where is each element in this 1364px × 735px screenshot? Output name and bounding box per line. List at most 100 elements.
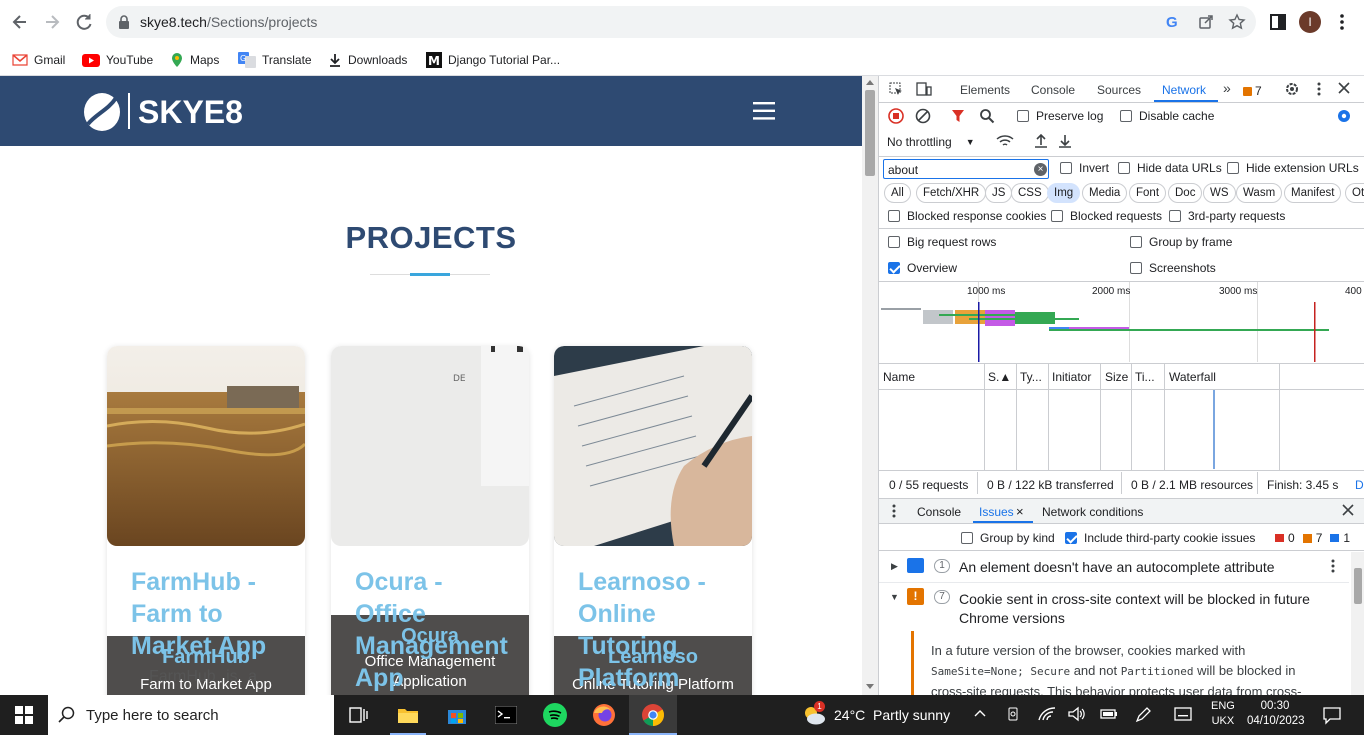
- search-icon[interactable]: [979, 108, 995, 124]
- forward-icon[interactable]: [42, 12, 62, 32]
- reload-icon[interactable]: [74, 12, 94, 32]
- overview-checkbox[interactable]: Overview: [888, 261, 957, 275]
- star-icon[interactable]: [1228, 13, 1246, 31]
- windows-start-icon[interactable]: [0, 695, 48, 735]
- filter-chip-img[interactable]: Img: [1047, 183, 1081, 203]
- file-explorer-icon[interactable]: [384, 695, 432, 735]
- checkbox[interactable]: [1017, 110, 1029, 122]
- pen-icon[interactable]: [1134, 706, 1152, 724]
- taskbar-search-box[interactable]: Type here to search: [48, 695, 334, 735]
- checkbox[interactable]: [1120, 110, 1132, 122]
- filter-chip-wasm[interactable]: Wasm: [1236, 183, 1283, 203]
- skye8-logo-icon[interactable]: [82, 92, 122, 132]
- export-har-icon[interactable]: [1058, 133, 1072, 149]
- close-issues-tab-icon[interactable]: ×: [1016, 504, 1024, 519]
- card-heading[interactable]: FarmHub - Farm to Market App: [131, 566, 291, 662]
- address-bar[interactable]: skye8.tech/Sections/projects G: [106, 6, 1256, 38]
- throttling-select[interactable]: No throttling ▼: [887, 135, 975, 149]
- filter-chip-doc[interactable]: Doc: [1168, 183, 1203, 203]
- microsoft-store-icon[interactable]: [433, 695, 481, 735]
- tab-network[interactable]: Network: [1162, 83, 1206, 97]
- bookmark-gmail[interactable]: Gmail: [12, 50, 65, 70]
- battery-icon[interactable]: [1100, 707, 1118, 721]
- column-waterfall[interactable]: Waterfall: [1169, 370, 1216, 384]
- chrome-taskbar-icon[interactable]: [629, 695, 677, 735]
- filter-input[interactable]: about ×: [883, 159, 1049, 179]
- bookmark-maps[interactable]: Maps: [170, 50, 219, 70]
- side-panel-icon[interactable]: [1270, 14, 1286, 30]
- site-logo-text[interactable]: SKYE8: [138, 94, 243, 131]
- settings-gear-icon[interactable]: [1284, 81, 1300, 97]
- checkbox[interactable]: [888, 210, 900, 222]
- google-icon[interactable]: G: [1166, 14, 1178, 31]
- checkbox[interactable]: [1130, 236, 1142, 248]
- bookmark-youtube[interactable]: YouTube: [82, 50, 153, 70]
- task-view-icon[interactable]: [334, 695, 382, 735]
- checkbox[interactable]: [961, 532, 973, 544]
- close-devtools-icon[interactable]: [1338, 82, 1350, 94]
- group-by-kind-checkbox[interactable]: Group by kind: [961, 531, 1055, 545]
- spotify-icon[interactable]: [531, 695, 579, 735]
- filter-chip-media[interactable]: Media: [1082, 183, 1128, 203]
- import-har-icon[interactable]: [1034, 133, 1048, 149]
- url-text[interactable]: skye8.tech/Sections/projects: [140, 14, 317, 30]
- page-scrollbar[interactable]: [862, 76, 878, 695]
- hamburger-menu-icon[interactable]: [753, 102, 775, 120]
- more-tabs-chevron-icon[interactable]: »: [1223, 80, 1231, 96]
- column-time[interactable]: Ti...: [1135, 370, 1155, 384]
- filter-chip-font[interactable]: Font: [1129, 183, 1167, 203]
- meet-now-icon[interactable]: [1005, 706, 1021, 722]
- issue-row-expanded[interactable]: ▼ ! 7 Cookie sent in cross-site context …: [879, 585, 1349, 629]
- menu-kebab-icon[interactable]: [1338, 13, 1346, 31]
- bookmark-django[interactable]: M Django Tutorial Par...: [426, 50, 560, 70]
- card-heading[interactable]: Learnoso - Online Tutoring Platform: [578, 566, 738, 694]
- invert-checkbox[interactable]: Invert: [1060, 161, 1109, 175]
- bookmark-downloads[interactable]: Downloads: [328, 50, 407, 70]
- close-drawer-icon[interactable]: [1342, 504, 1354, 516]
- preserve-log-checkbox[interactable]: Preserve log: [1017, 109, 1103, 123]
- checkbox[interactable]: [1065, 532, 1077, 544]
- drawer-tab-network-conditions[interactable]: Network conditions: [1042, 505, 1143, 519]
- disable-cache-checkbox[interactable]: Disable cache: [1120, 109, 1214, 123]
- filter-chip-ws[interactable]: WS: [1203, 183, 1236, 203]
- weather-text[interactable]: 24°C Partly sunny: [834, 707, 950, 723]
- drawer-menu-icon[interactable]: [891, 504, 897, 518]
- network-conditions-wifi-icon[interactable]: [996, 134, 1014, 148]
- firefox-icon[interactable]: [580, 695, 628, 735]
- include-third-party-checkbox[interactable]: Include third-party cookie issues: [1065, 531, 1255, 545]
- card-heading[interactable]: Ocura - Office Management App: [355, 566, 515, 694]
- scroll-up-arrow-icon[interactable]: [866, 80, 874, 85]
- checkbox[interactable]: [1227, 162, 1239, 174]
- profile-avatar[interactable]: I: [1299, 11, 1321, 33]
- volume-icon[interactable]: [1068, 706, 1086, 722]
- column-type[interactable]: Ty...: [1020, 370, 1042, 384]
- expand-arrow-icon[interactable]: ▶: [891, 561, 898, 572]
- filter-chip-js[interactable]: JS: [985, 183, 1013, 203]
- blocked-requests-checkbox[interactable]: Blocked requests: [1051, 209, 1162, 223]
- column-initiator[interactable]: Initiator: [1052, 370, 1091, 384]
- drawer-scroll-thumb[interactable]: [1354, 568, 1362, 604]
- column-status[interactable]: S.▲: [988, 370, 1011, 384]
- show-hidden-icons-chevron-icon[interactable]: [973, 706, 987, 720]
- filter-chip-manifest[interactable]: Manifest: [1284, 183, 1342, 203]
- issue-row[interactable]: ▶ 1 An element doesn't have an autocompl…: [879, 554, 1349, 580]
- notifications-icon[interactable]: [1322, 705, 1342, 725]
- filter-chip-all[interactable]: All: [884, 183, 911, 203]
- checkbox[interactable]: [1130, 262, 1142, 274]
- clock[interactable]: 00:30 04/10/2023: [1247, 699, 1305, 729]
- hide-data-urls-checkbox[interactable]: Hide data URLs: [1118, 161, 1222, 175]
- back-icon[interactable]: [10, 12, 30, 32]
- inspect-element-icon[interactable]: [889, 82, 903, 96]
- filter-icon[interactable]: [951, 109, 965, 123]
- blocked-response-cookies-checkbox[interactable]: Blocked response cookies: [888, 209, 1046, 223]
- weather-icon[interactable]: 1: [802, 701, 826, 727]
- issue-counts[interactable]: 0 7 1: [1275, 531, 1350, 545]
- network-settings-gear-icon[interactable]: [1336, 108, 1352, 124]
- checkbox[interactable]: [1051, 210, 1063, 222]
- checkbox[interactable]: [1118, 162, 1130, 174]
- drawer-tab-console[interactable]: Console: [917, 505, 961, 519]
- checkbox[interactable]: [1060, 162, 1072, 174]
- language-indicator[interactable]: ENG UKX: [1211, 699, 1235, 729]
- tab-console[interactable]: Console: [1031, 83, 1075, 97]
- filter-chip-fetch-xhr[interactable]: Fetch/XHR: [916, 183, 987, 203]
